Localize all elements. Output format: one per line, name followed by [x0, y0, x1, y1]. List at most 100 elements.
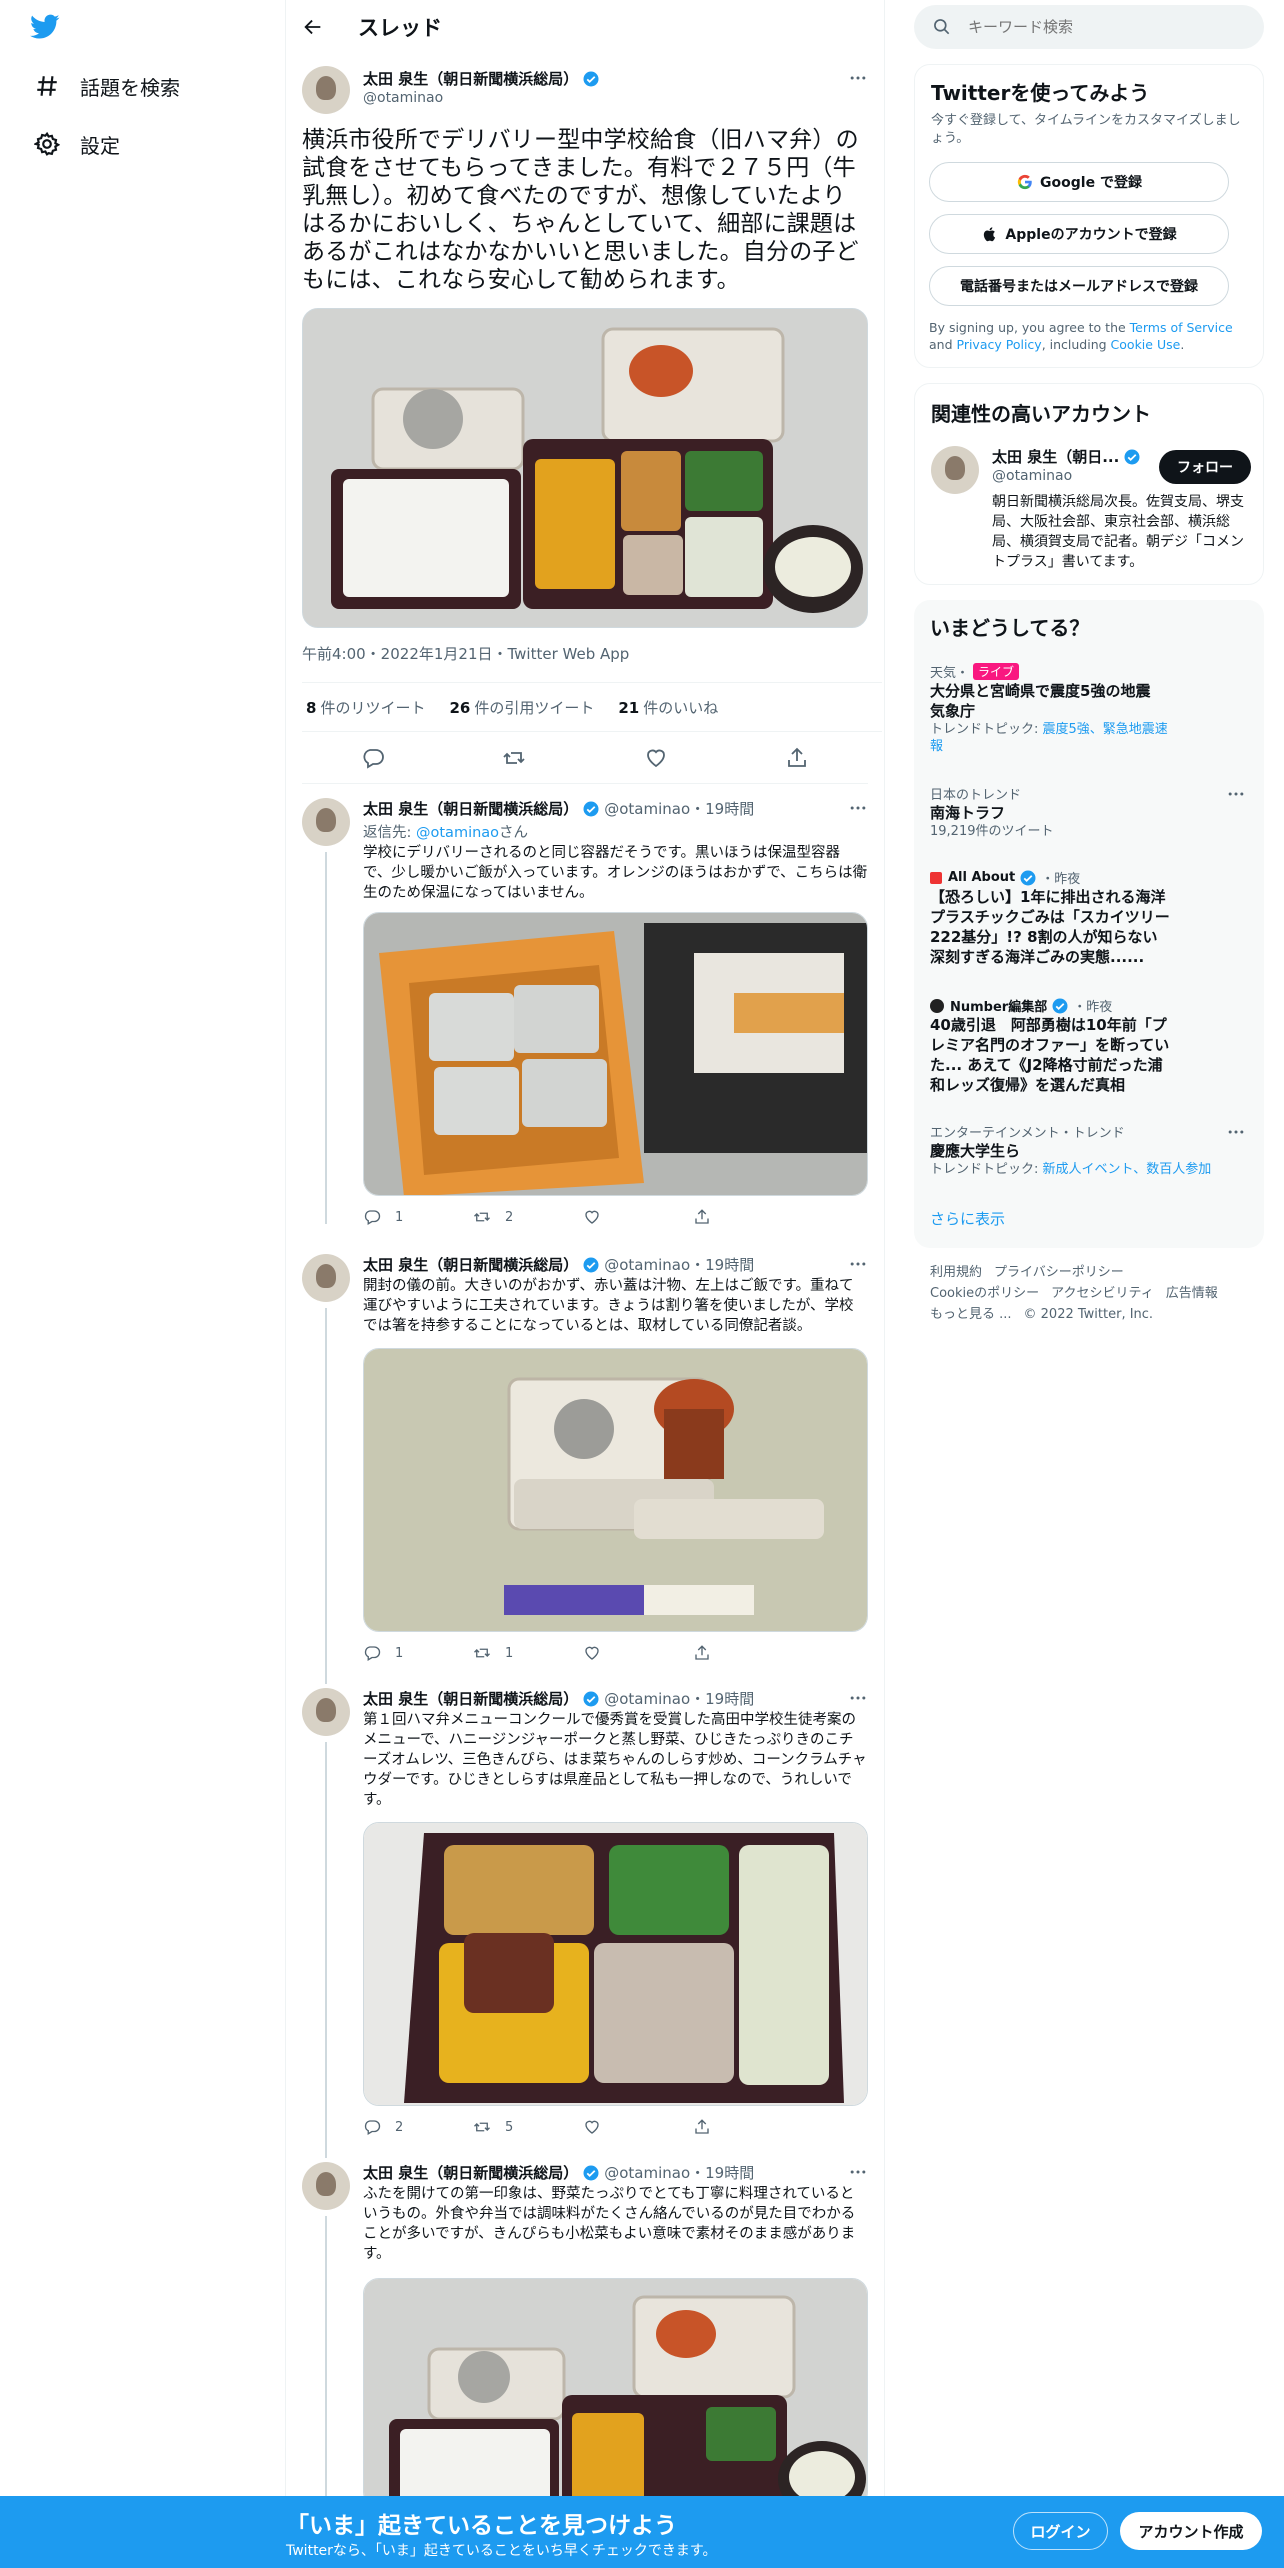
- reply-tweet[interactable]: 太田 泉生（朝日新聞横浜総局） @otaminao ・19時間 返信先: @ot…: [286, 798, 884, 1228]
- create-account-button[interactable]: アカウント作成: [1120, 2512, 1262, 2550]
- verified-badge-icon: [583, 71, 599, 86]
- share-button[interactable]: [693, 1208, 793, 1226]
- phone-email-signup-button[interactable]: 電話番号またはメールアドレスで登録: [929, 266, 1229, 306]
- author-name[interactable]: 太田 泉生（朝日新聞横浜総局）: [363, 1254, 578, 1275]
- author-handle[interactable]: @otaminao: [604, 800, 690, 818]
- quote-stat[interactable]: 26 件の引用ツイート: [449, 697, 594, 718]
- news-item[interactable]: All About ・昨夜 【恐ろしい】1年に排出される海洋プラスチックごみは「ス…: [930, 868, 1248, 967]
- like-button[interactable]: [583, 1644, 683, 1662]
- more-icon[interactable]: [848, 2162, 868, 2182]
- more-icon[interactable]: [1226, 1122, 1246, 1142]
- reply-to-line: 返信先: @otaminaoさん: [363, 825, 529, 841]
- more-icon[interactable]: [848, 1254, 868, 1274]
- author-handle[interactable]: @otaminao: [604, 1690, 690, 1708]
- retweet-stat[interactable]: 8 件のリツイート: [306, 697, 425, 718]
- avatar[interactable]: [302, 2162, 350, 2210]
- author-handle[interactable]: @otaminao: [363, 90, 443, 106]
- tweet-photo[interactable]: [363, 912, 868, 1196]
- more-icon[interactable]: [1226, 784, 1246, 804]
- tweet-timestamp[interactable]: 午前4:00・2022年1月21日・Twitter Web App: [302, 643, 629, 664]
- related-account-name[interactable]: 太田 泉生（朝日...: [992, 446, 1145, 467]
- like-button[interactable]: [583, 1208, 683, 1226]
- share-button[interactable]: [693, 1644, 793, 1662]
- retweet-icon: [474, 1212, 490, 1222]
- trend-item[interactable]: 天気・ ライブ 大分県と宮崎県で震度5強の地震 気象庁 トレンドトピック: 震度5…: [930, 662, 1248, 755]
- avatar[interactable]: [302, 66, 350, 114]
- related-account-handle[interactable]: @otaminao: [992, 468, 1072, 484]
- reply-icon: [364, 2120, 381, 2135]
- twitter-logo-icon[interactable]: [30, 14, 66, 44]
- footer-link[interactable]: 利用規約: [930, 1265, 982, 1280]
- reply-tweet[interactable]: 太田 泉生（朝日新聞横浜総局） @otaminao ・19時間 第１回ハマ弁メニ…: [286, 1688, 884, 2158]
- reply-tweet[interactable]: 太田 泉生（朝日新聞横浜総局） @otaminao ・19時間 開封の儀の前。大…: [286, 1254, 884, 1684]
- show-more-link[interactable]: さらに表示: [930, 1208, 1005, 1229]
- trend-item[interactable]: 日本のトレンド 南海トラフ 19,219件のツイート: [930, 784, 1248, 840]
- tweet-photo[interactable]: [302, 308, 868, 628]
- tweet-actions: [302, 732, 868, 784]
- google-signup-button[interactable]: Google で登録: [929, 162, 1229, 202]
- avatar[interactable]: [931, 446, 979, 494]
- tweet-time[interactable]: ・19時間: [690, 798, 754, 819]
- like-stat[interactable]: 21 件のいいね: [618, 697, 718, 718]
- apple-signup-button[interactable]: Appleのアカウントで登録: [929, 214, 1229, 254]
- back-arrow-icon[interactable]: [302, 16, 324, 38]
- author-row: 太田 泉生（朝日新聞横浜総局） @otaminao ・19時間: [363, 1254, 754, 1275]
- tweet-time[interactable]: ・19時間: [690, 1254, 754, 1275]
- reply-icon[interactable]: [361, 746, 385, 770]
- tweet-photo[interactable]: [363, 1348, 868, 1632]
- more-icon[interactable]: [848, 1688, 868, 1708]
- tweet-time[interactable]: ・19時間: [690, 1688, 754, 1709]
- footer-link[interactable]: プライバシーポリシー: [994, 1265, 1124, 1280]
- avatar[interactable]: [302, 1688, 350, 1736]
- like-button[interactable]: [583, 2118, 683, 2136]
- follow-button[interactable]: フォロー: [1159, 450, 1251, 484]
- retweet-button[interactable]: 2: [473, 1208, 573, 1226]
- trend-title: 南海トラフ: [930, 804, 1006, 822]
- retweet-icon[interactable]: [502, 746, 526, 770]
- login-button[interactable]: ログイン: [1013, 2512, 1108, 2550]
- search-bar[interactable]: [914, 5, 1264, 49]
- author-name[interactable]: 太田 泉生（朝日新聞横浜総局）: [363, 2162, 578, 2183]
- footer-link[interactable]: Cookieのポリシー: [930, 1286, 1039, 1301]
- tweet-photo[interactable]: [363, 2278, 868, 2508]
- share-button[interactable]: [693, 2118, 793, 2136]
- author-name[interactable]: 太田 泉生（朝日新聞横浜総局）: [363, 68, 578, 89]
- tweet-time[interactable]: ・19時間: [690, 2162, 754, 2183]
- reply-tweet[interactable]: 太田 泉生（朝日新聞横浜総局） @otaminao ・19時間 ふたを開けての第…: [286, 2162, 884, 2508]
- nav-settings-label: 設定: [80, 133, 120, 158]
- footer-link[interactable]: アクセシビリティ: [1051, 1286, 1154, 1301]
- reply-to-link[interactable]: @otaminao: [416, 825, 499, 841]
- trend-topic-links[interactable]: 新成人イベント、数百人参加: [1043, 1162, 1212, 1177]
- news-item[interactable]: Number編集部 ・昨夜 40歳引退 阿部勇樹は10年前「プレミア名門のオファー…: [930, 996, 1248, 1095]
- more-icon[interactable]: [848, 68, 868, 88]
- trend-item[interactable]: エンターテインメント・トレンド 慶應大学生ら トレンドトピック: 新成人イベント…: [930, 1122, 1248, 1178]
- nav-explore[interactable]: 話題を検索: [34, 66, 180, 106]
- nav-explore-label: 話題を検索: [80, 75, 180, 100]
- retweet-button[interactable]: 1: [473, 1644, 573, 1662]
- share-icon[interactable]: [785, 746, 809, 770]
- terms-link[interactable]: Terms of Service: [1130, 320, 1233, 335]
- reply-button[interactable]: 1: [363, 1644, 463, 1662]
- verified-badge-icon: [1052, 998, 1068, 1013]
- author-name[interactable]: 太田 泉生（朝日新聞横浜総局）: [363, 1688, 578, 1709]
- reply-button[interactable]: 1: [363, 1208, 463, 1226]
- reply-icon: [364, 1210, 381, 1225]
- privacy-link[interactable]: Privacy Policy: [957, 337, 1042, 352]
- more-icon[interactable]: [848, 798, 868, 818]
- nav-settings[interactable]: 設定: [34, 124, 120, 164]
- author-handle[interactable]: @otaminao: [604, 1256, 690, 1274]
- search-input[interactable]: [968, 18, 1248, 36]
- author-handle[interactable]: @otaminao: [604, 2164, 690, 2182]
- retweet-button[interactable]: 5: [473, 2118, 573, 2136]
- footer-link[interactable]: 広告情報: [1166, 1286, 1218, 1301]
- author-name[interactable]: 太田 泉生（朝日新聞横浜総局）: [363, 798, 578, 819]
- avatar[interactable]: [302, 798, 350, 846]
- tweet-photo[interactable]: [363, 1822, 868, 2106]
- signup-card: Twitterを使ってみよう 今すぐ登録して、タイムラインをカスタマイズしましょ…: [914, 64, 1264, 368]
- footer-link[interactable]: もっと見る ...: [930, 1307, 1012, 1322]
- reply-button[interactable]: 2: [363, 2118, 463, 2136]
- cookie-link[interactable]: Cookie Use: [1111, 337, 1181, 352]
- bento-closeup-image: [364, 1823, 867, 2105]
- avatar[interactable]: [302, 1254, 350, 1302]
- like-icon[interactable]: [644, 746, 668, 770]
